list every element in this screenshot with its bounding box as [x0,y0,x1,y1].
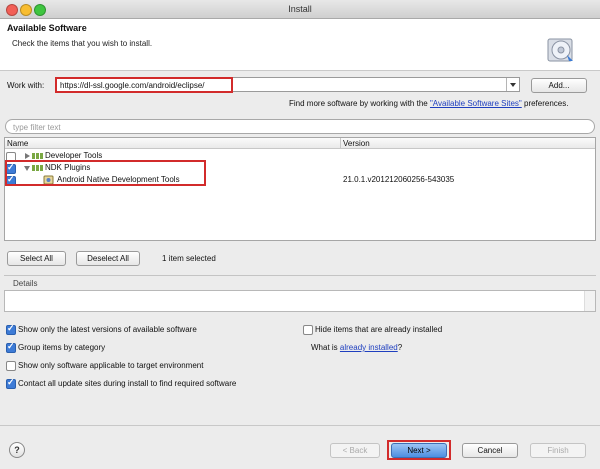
group-by-category-checkbox[interactable] [6,341,16,353]
filter-placeholder: type filter text [13,123,61,132]
deselect-all-button[interactable]: Deselect All [76,251,140,266]
hide-installed-label: Hide items that are already installed [315,325,443,334]
window-title: Install [288,4,312,14]
back-button[interactable]: < Back [330,443,380,458]
software-table[interactable]: Name Version Developer Tools NDK Plugins… [4,137,596,241]
find-more-suffix: preferences. [521,99,569,108]
target-environment-checkbox[interactable] [6,361,16,371]
column-header-name[interactable]: Name [7,139,28,148]
window-titlebar: Install [0,0,600,19]
available-software-sites-link[interactable]: "Available Software Sites" [430,99,522,108]
page-subtitle: Check the items that you wish to install… [12,39,153,48]
table-header: Name Version [5,138,595,149]
footer-separator [0,425,600,426]
install-cd-icon [547,38,573,62]
what-is-installed-text: What is already installed? [311,343,402,352]
selection-status: 1 item selected [162,254,216,263]
find-more-text: Find more software by working with the "… [289,99,568,108]
details-scrollbar[interactable] [584,291,595,311]
finish-button[interactable]: Finish [530,443,586,458]
select-all-button[interactable]: Select All [7,251,66,266]
what-is-prefix: What is [311,343,340,352]
expand-arrow-icon[interactable] [25,153,30,159]
next-highlight-box [387,440,451,460]
wizard-header: Available Software Check the items that … [0,19,600,71]
row-version: 21.0.1.v201212060256-543035 [343,175,455,184]
work-with-label: Work with: [7,81,45,90]
latest-versions-label: Show only the latest versions of availab… [18,325,197,334]
ndk-highlight-box [5,160,206,186]
cancel-button[interactable]: Cancel [462,443,518,458]
contact-update-sites-label: Contact all update sites during install … [18,379,237,388]
target-environment-label: Show only software applicable to target … [18,361,204,370]
add-site-button[interactable]: Add... [531,78,587,93]
what-is-suffix: ? [397,343,403,352]
separator [4,275,596,276]
hide-installed-checkbox[interactable] [303,325,313,335]
column-header-version[interactable]: Version [343,139,370,148]
row-name: Developer Tools [45,151,103,160]
dropdown-arrow-icon[interactable] [506,78,519,91]
contact-update-sites-checkbox[interactable] [6,377,16,389]
url-highlight-box [55,77,233,93]
find-more-prefix: Find more software by working with the [289,99,430,108]
latest-versions-checkbox[interactable] [6,323,16,335]
details-area[interactable] [4,290,596,312]
page-title: Available Software [7,23,87,33]
filter-input[interactable]: type filter text [5,119,595,134]
already-installed-link[interactable]: already installed [340,343,398,352]
details-label: Details [13,279,38,288]
help-button[interactable]: ? [9,442,25,458]
group-by-category-label: Group items by category [18,343,106,352]
